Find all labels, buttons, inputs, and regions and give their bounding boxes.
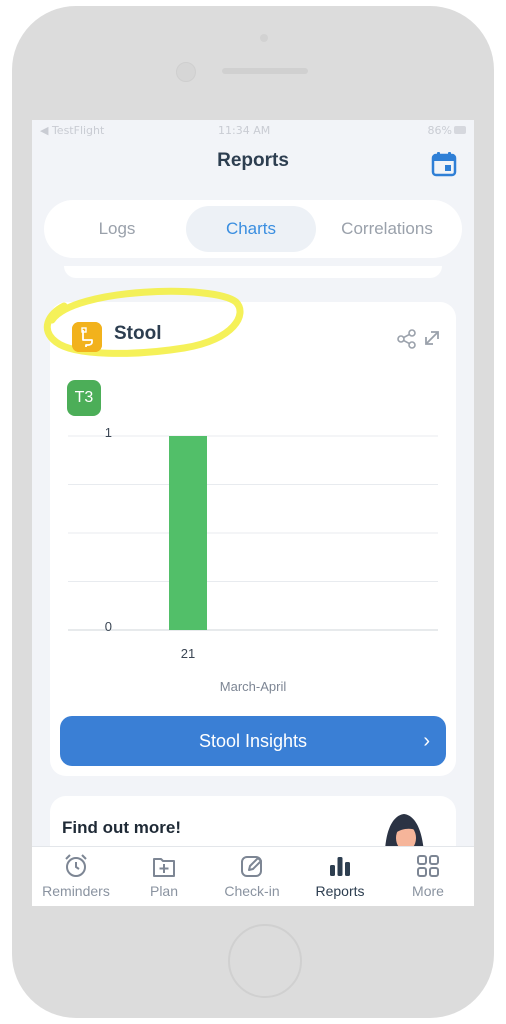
tab-logs[interactable]: Logs (52, 206, 182, 252)
stool-chart-card: Stool T3 0 1 21 March-April Stool Insights … (43, 287, 456, 776)
chart-canvas: 0 1 21 March-April (68, 425, 438, 694)
find-out-more-label: Find out more! (62, 818, 181, 837)
insights-button-label: Stool Insights (198, 731, 308, 751)
earpiece-speaker (222, 68, 308, 74)
x-axis-label: March-April (220, 679, 287, 694)
nav-plan[interactable]: Plan (120, 847, 208, 906)
status-bar: ◀ TestFlight 11:34 AM 86% (32, 120, 474, 142)
expand-icon[interactable] (422, 328, 442, 348)
previous-card-edge (64, 266, 442, 278)
toilet-icon (72, 322, 102, 352)
tab-charts[interactable]: Charts (186, 206, 316, 252)
calendar-icon[interactable] (431, 151, 457, 177)
carrier-label: ◀ TestFlight (40, 124, 105, 137)
nav-label: Reports (315, 883, 365, 899)
front-sensor (260, 34, 268, 42)
home-button[interactable] (228, 924, 302, 998)
nav-check-in[interactable]: Check-in (208, 847, 296, 906)
x-tick-label: 21 (181, 646, 195, 661)
grid-icon (417, 855, 439, 877)
bar (169, 436, 207, 630)
nav-reports[interactable]: Reports (296, 847, 384, 906)
pencil-square-icon (241, 856, 262, 877)
nav-reminders[interactable]: Reminders (32, 847, 120, 906)
nav-label: More (412, 883, 444, 899)
header: Reports (32, 142, 474, 186)
chevron-right-icon: › (423, 730, 430, 752)
stool-bar-chart: 0 1 21 March-April (50, 422, 456, 702)
share-icon[interactable] (396, 328, 418, 350)
nav-label: Plan (149, 883, 179, 899)
page-title: Reports (217, 150, 289, 171)
period-badge[interactable]: T3 (67, 380, 101, 416)
y-tick-label: 1 (105, 425, 112, 440)
status-time: 11:34 AM (218, 124, 271, 137)
bottom-nav: Reminders Plan Check-in Reports More (32, 846, 474, 906)
nav-label: Check-in (224, 883, 280, 899)
segmented-tabs: Logs Charts Correlations (44, 200, 462, 258)
battery-icon (454, 126, 466, 134)
stool-insights-button[interactable]: Stool Insights › (60, 716, 446, 766)
bar-chart-icon (330, 857, 350, 876)
app-screen: ◀ TestFlight 11:34 AM 86% Reports Logs C… (32, 120, 474, 906)
battery-percent: 86% (427, 124, 452, 137)
front-camera (176, 62, 196, 82)
tab-correlations[interactable]: Correlations (320, 206, 454, 252)
y-tick-label: 0 (105, 619, 112, 634)
nav-more[interactable]: More (384, 847, 472, 906)
card-title: Stool (114, 323, 162, 344)
nav-label: Reminders (42, 883, 110, 899)
alarm-clock-icon (65, 854, 87, 877)
plan-add-icon (153, 858, 175, 877)
